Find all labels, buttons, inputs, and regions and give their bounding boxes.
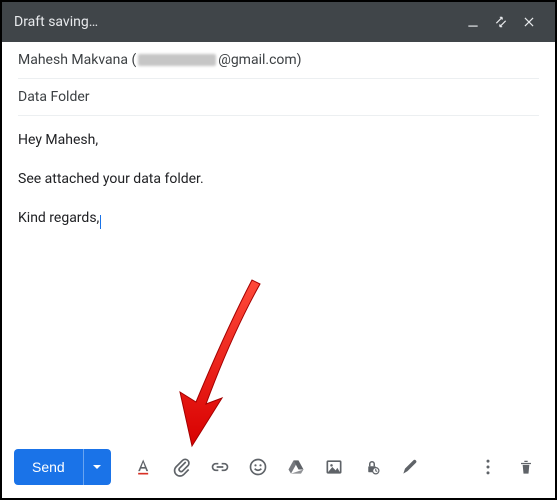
redacted-email-local — [138, 54, 216, 66]
compose-titlebar: Draft saving… — [2, 2, 555, 42]
send-button[interactable]: Send — [14, 449, 83, 485]
annotation-arrow — [162, 274, 282, 458]
link-icon[interactable] — [203, 450, 237, 484]
text-cursor — [100, 215, 101, 229]
compose-body-area: Mahesh Makvana (@gmail.com) Data Folder … — [2, 42, 555, 229]
recipient-domain: @gmail.com — [218, 52, 296, 68]
message-body[interactable]: Hey Mahesh, See attached your data folde… — [18, 116, 539, 229]
confidential-icon[interactable] — [355, 450, 389, 484]
to-field[interactable]: Mahesh Makvana (@gmail.com) — [18, 42, 539, 79]
format-text-icon[interactable] — [127, 450, 161, 484]
smiley-icon[interactable] — [241, 450, 275, 484]
recipient-name: Mahesh Makvana — [18, 52, 128, 68]
body-signoff: Kind regards, — [18, 208, 539, 229]
photo-icon[interactable] — [317, 450, 351, 484]
minimize-icon[interactable] — [459, 8, 487, 36]
subject-field[interactable]: Data Folder — [18, 79, 539, 116]
more-menu-icon[interactable] — [471, 450, 505, 484]
send-options-button[interactable] — [83, 449, 111, 485]
trash-icon[interactable] — [509, 450, 543, 484]
compose-toolbar: Send — [2, 436, 555, 498]
close-icon[interactable] — [515, 8, 543, 36]
paperclip-icon[interactable] — [165, 450, 199, 484]
popout-icon[interactable] — [487, 8, 515, 36]
body-greeting: Hey Mahesh, — [18, 130, 539, 151]
window-title: Draft saving… — [14, 14, 459, 30]
drive-icon[interactable] — [279, 450, 313, 484]
body-line: See attached your data folder. — [18, 169, 539, 190]
subject-text: Data Folder — [18, 89, 90, 105]
send-button-group: Send — [14, 449, 111, 485]
pen-icon[interactable] — [393, 450, 427, 484]
